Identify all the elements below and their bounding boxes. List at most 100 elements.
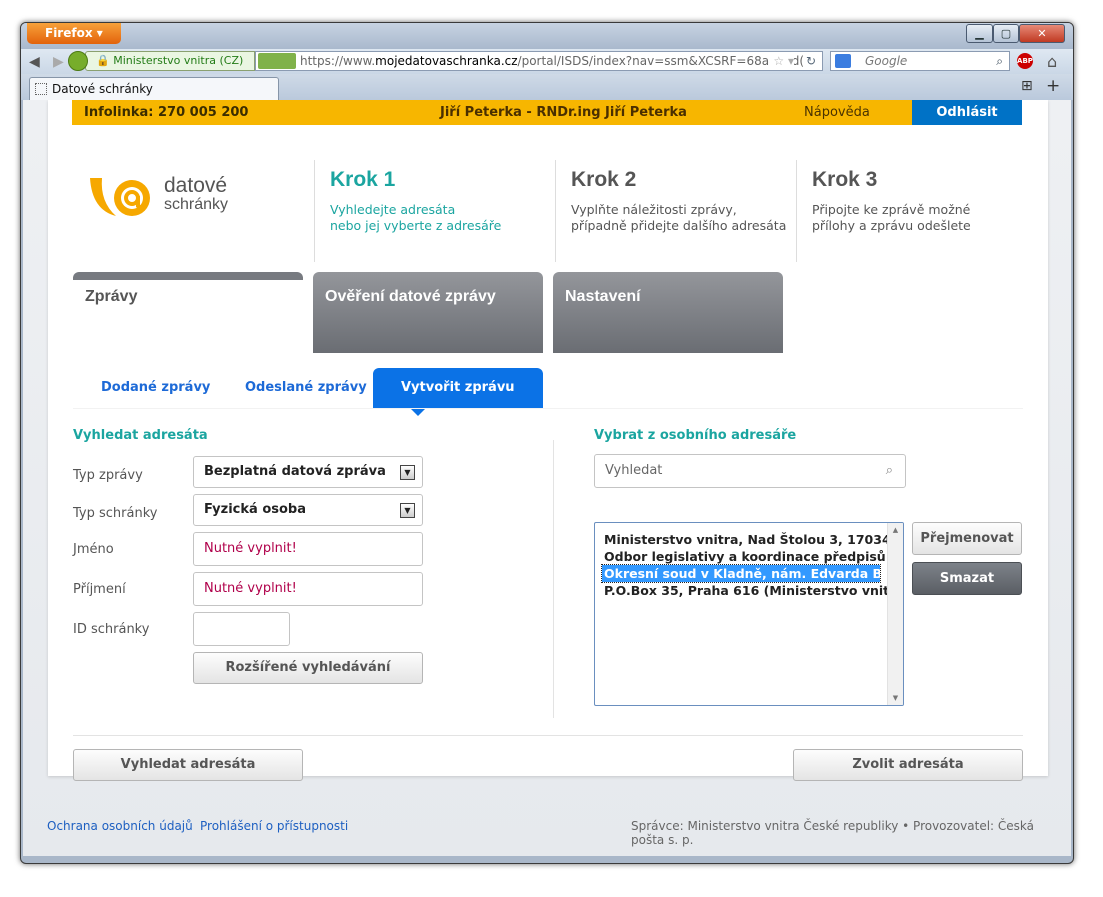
help-link[interactable]: Nápověda — [804, 100, 870, 125]
tab-nastaveni-label: Nastavení — [565, 288, 641, 305]
lock-icon — [68, 51, 88, 71]
search-form: Vyhledat adresáta Typ zprávy Bezplatná d… — [73, 425, 443, 705]
hotline: Infolinka: 270 005 200 — [84, 105, 249, 120]
title-bar: Firefox ▾ ▁ ▢ ✕ — [21, 23, 1073, 49]
datove-schranky-logo[interactable]: datové schránky — [88, 172, 248, 222]
site-identity[interactable]: 🔒 Ministerstvo vnitra (CZ) — [68, 51, 255, 71]
step-3-description: Připojte ke zprávě možné přílohy a zpráv… — [812, 202, 971, 233]
step-2-description: Vyplňte náležitosti zprávy, případně při… — [571, 202, 787, 233]
address-item[interactable]: P.O.Box 35, Praha 616 (Ministerstvo vnit… — [595, 582, 887, 599]
first-name-placeholder: Nutné vyplnit! — [204, 541, 297, 556]
tab-zpravy-label: Zprávy — [85, 288, 138, 305]
search-recipient-button[interactable]: Vyhledat adresáta — [73, 749, 303, 781]
surname-placeholder: Nutné vyplnit! — [204, 581, 297, 596]
key-icon — [258, 53, 296, 69]
delete-button[interactable]: Smazat — [912, 562, 1022, 595]
scroll-up-icon[interactable]: ▲ — [888, 526, 903, 534]
first-name-label: Jméno — [73, 542, 114, 557]
tab-overeni[interactable]: Ověření datové zprávy — [313, 272, 543, 353]
box-type-select[interactable]: Fyzická osoba ▼ — [193, 494, 423, 526]
subtab-divider — [73, 408, 1023, 409]
message-type-value: Bezplatná datová zpráva — [204, 464, 386, 479]
page-icon — [35, 83, 47, 95]
info-bar: Infolinka: 270 005 200 Jiří Peterka - RN… — [72, 100, 1022, 125]
actions-divider — [73, 735, 1023, 736]
search-engine-label: Google — [865, 54, 908, 68]
step-1-title: Krok 1 — [330, 168, 396, 191]
forward-icon[interactable]: ▶ — [53, 54, 64, 70]
main-card: Infolinka: 270 005 200 Jiří Peterka - RN… — [48, 100, 1048, 781]
step-1: Krok 1 Vyhledejte adresáta nebo jej vybe… — [314, 160, 554, 262]
home-icon[interactable]: ⌂ — [1047, 52, 1057, 71]
message-type-select[interactable]: Bezplatná datová zpráva ▼ — [193, 456, 423, 488]
identity-label: Ministerstvo vnitra (CZ) — [113, 54, 244, 67]
subtab-pointer — [410, 408, 426, 416]
logo-text-2: schránky — [164, 196, 229, 213]
tab-groups-icon[interactable]: ⊞ — [1021, 78, 1033, 94]
accessibility-link[interactable]: Prohlášení o přístupnosti — [200, 819, 348, 833]
adblock-icon[interactable]: ABP — [1017, 53, 1033, 69]
address-search-input[interactable]: Vyhledat ⌕ — [594, 454, 906, 488]
tab-nastaveni[interactable]: Nastavení — [553, 272, 783, 353]
reload-icon[interactable]: ↻ — [806, 52, 816, 70]
minimize-icon[interactable]: ▁ — [966, 24, 993, 43]
scroll-down-icon[interactable]: ▼ — [888, 694, 903, 702]
address-item[interactable]: Ministerstvo vnitra, Nad Štolou 3, 17034… — [595, 531, 887, 548]
search-heading: Vyhledat adresáta — [73, 428, 208, 443]
close-icon[interactable]: ✕ — [1019, 24, 1065, 43]
lock-small-icon: 🔒 — [96, 54, 110, 67]
address-book-heading: Vybrat z osobního adresáře — [594, 428, 797, 443]
url-bar[interactable]: https://www.mojedatovaschranka.cz/portal… — [255, 51, 823, 71]
magnifier-icon[interactable]: ⌕ — [996, 52, 1003, 70]
step-2-title: Krok 2 — [571, 168, 637, 191]
maximize-icon[interactable]: ▢ — [993, 24, 1019, 43]
rename-button[interactable]: Přejmenovat — [912, 522, 1022, 555]
advanced-search-button[interactable]: Rozšířené vyhledávání — [193, 652, 423, 684]
url-prefix: https://www. — [300, 54, 376, 68]
subtab-create[interactable]: Vytvořit zprávu — [373, 368, 543, 408]
privacy-link[interactable]: Ochrana osobních údajů — [47, 819, 193, 833]
address-item[interactable]: Odbor legislativy a koordinace předpisů … — [595, 548, 887, 565]
url-path: /portal/ISDS/index?nav=ssm&XCSRF=68a80ad… — [517, 54, 805, 68]
subtab-delivered[interactable]: Dodané zprávy — [101, 368, 210, 408]
back-icon[interactable]: ◀ — [29, 54, 40, 70]
choose-recipient-button[interactable]: Zvolit adresáta — [793, 749, 1023, 781]
message-type-label: Typ zprávy — [73, 468, 143, 483]
search-box[interactable]: Google ⌕ — [830, 51, 1010, 71]
operator-info: Správce: Ministerstvo vnitra České repub… — [631, 819, 1035, 847]
user-name: Jiří Peterka - RNDr.ing Jiří Peterka — [440, 105, 687, 120]
box-type-label: Typ schránky — [73, 506, 158, 521]
box-type-value: Fyzická osoba — [204, 502, 306, 517]
url-domain: mojedatovaschranka.cz — [375, 54, 518, 68]
step-3: Krok 3 Připojte ke zprávě možné přílohy … — [796, 160, 1036, 262]
tab-zpravy[interactable]: Zprávy — [73, 272, 303, 353]
tab-overeni-label: Ověření datové zprávy — [325, 288, 496, 305]
new-tab-icon[interactable]: + — [1046, 76, 1060, 96]
list-scrollbar[interactable]: ▲ ▼ — [887, 523, 903, 705]
chevron-down-icon: ▼ — [400, 503, 415, 518]
google-icon — [835, 54, 851, 68]
tab-strip: Datové schránky ⊞ + — [21, 74, 1073, 101]
subtab-sent[interactable]: Odeslané zprávy — [245, 368, 367, 408]
navigation-toolbar: ◀ ▶ 🔒 Ministerstvo vnitra (CZ) https://w… — [21, 49, 1073, 74]
address-search-placeholder: Vyhledat — [605, 463, 663, 478]
page-content: Infolinka: 270 005 200 Jiří Peterka - RN… — [23, 100, 1071, 856]
chevron-down-icon: ▼ — [400, 465, 415, 480]
box-id-label: ID schránky — [73, 622, 150, 637]
step-2: Krok 2 Vyplňte náležitosti zprávy, přípa… — [555, 160, 795, 262]
box-id-field[interactable] — [193, 612, 290, 646]
surname-field[interactable]: Nutné vyplnit! — [193, 572, 423, 606]
step-3-title: Krok 3 — [812, 168, 878, 191]
search-icon: ⌕ — [885, 463, 893, 478]
address-item-selected[interactable]: Okresní soud v Kladně, nám. Edvarda Bene — [601, 564, 881, 583]
tab-title: Datové schránky — [52, 82, 153, 96]
firefox-menu-button[interactable]: Firefox ▾ — [27, 23, 121, 44]
address-list[interactable]: Ministerstvo vnitra, Nad Štolou 3, 17034… — [594, 522, 904, 706]
browser-tab[interactable]: Datové schránky — [29, 77, 279, 101]
logo-text-1: datové — [164, 174, 228, 197]
first-name-field[interactable]: Nutné vyplnit! — [193, 532, 423, 566]
column-divider — [553, 440, 554, 718]
surname-label: Příjmení — [73, 582, 126, 597]
star-icon[interactable]: ☆ ▾ — [770, 52, 794, 70]
logout-button[interactable]: Odhlásit — [912, 100, 1022, 125]
